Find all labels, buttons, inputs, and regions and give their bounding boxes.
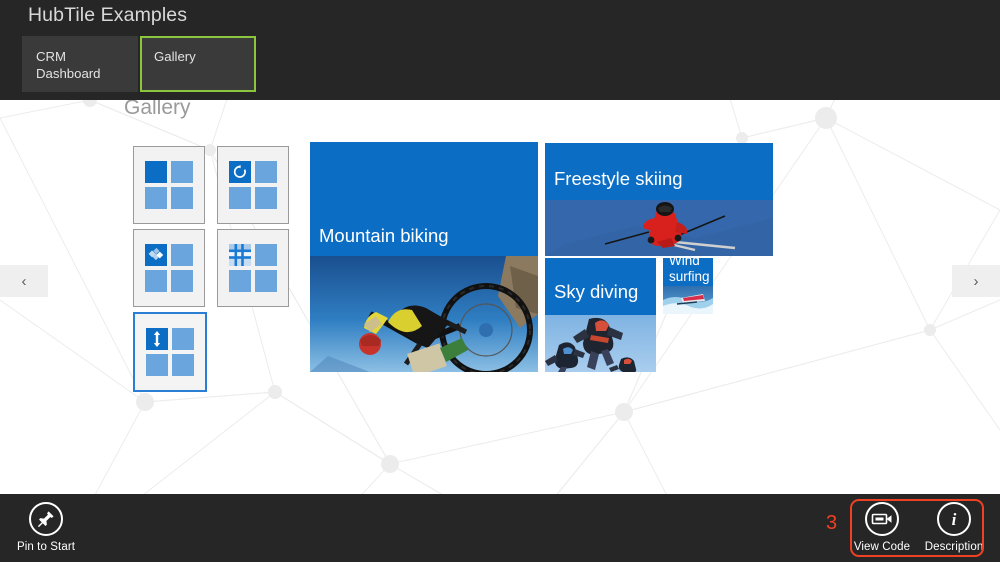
tile-sky-diving[interactable]: Sky diving: [545, 258, 656, 372]
quad-cell-active: [229, 161, 251, 183]
quad-cell: [229, 187, 251, 209]
annotation-step-number: 3: [826, 512, 838, 534]
top-header-bar: HubTile Examples CRM Dashboard Gallery: [0, 0, 1000, 100]
tile-wind-surfing[interactable]: Wind surfing: [663, 258, 713, 314]
pin-to-start-label: Pin to Start: [16, 541, 76, 553]
thumb-slide-tile[interactable]: [133, 312, 207, 392]
quad-cell: [145, 270, 167, 292]
quad-cell-active: [146, 328, 168, 350]
sky-diving-photo: [545, 315, 656, 372]
quad-cell-active: [229, 244, 251, 266]
tile-freestyle-skiing[interactable]: Freestyle skiing: [545, 143, 773, 256]
quad-cell: [255, 161, 277, 183]
tile-title: Freestyle skiing: [554, 168, 683, 189]
thumb-static-tile[interactable]: [133, 146, 205, 224]
thumb-rotate-tile[interactable]: [217, 146, 289, 224]
freestyle-skiing-photo: [545, 200, 773, 256]
mountain-biking-photo: [310, 256, 538, 372]
quad-cell: [255, 244, 277, 266]
pin-icon-circle: [29, 502, 63, 536]
quad-preview: [146, 328, 194, 376]
quad-cell-active: [145, 244, 167, 266]
quad-cell: [255, 187, 277, 209]
tile-title: Mountain biking: [319, 225, 449, 246]
quad-cell-active: [145, 161, 167, 183]
code-window-icon: [871, 513, 892, 525]
description-label: Description: [924, 541, 984, 553]
application-window: Gallery HubTile Examples CRM Dashboard G…: [0, 0, 1000, 562]
quad-preview: [145, 161, 193, 209]
view-code-icon-circle: [865, 502, 899, 536]
wind-surfing-photo: [663, 286, 713, 314]
quad-cell: [146, 354, 168, 376]
quad-preview: [145, 244, 193, 292]
tile-title: Sky diving: [554, 281, 639, 302]
next-page-arrow[interactable]: ›: [952, 265, 1000, 297]
description-icon-circle: i: [937, 502, 971, 536]
app-title: HubTile Examples: [28, 4, 188, 26]
quad-cell: [171, 244, 193, 266]
thumb-shuffle-tile[interactable]: [133, 229, 205, 307]
quad-cell: [171, 187, 193, 209]
pin-icon: [37, 511, 54, 528]
shuffle-icon: [148, 247, 164, 261]
pin-to-start-button[interactable]: Pin to Start: [0, 502, 92, 553]
slide-vertical-icon: [153, 331, 161, 347]
quad-cell: [171, 270, 193, 292]
chevron-right-icon: ›: [973, 272, 979, 290]
grid-icon: [229, 244, 251, 266]
quad-preview: [229, 244, 277, 292]
quad-cell: [172, 328, 194, 350]
previous-page-arrow[interactable]: ‹: [0, 265, 48, 297]
tile-mountain-biking[interactable]: Mountain biking: [310, 142, 538, 372]
tab-crm-dashboard[interactable]: CRM Dashboard: [22, 36, 138, 92]
info-icon: i: [952, 510, 957, 529]
quad-cell: [172, 354, 194, 376]
thumb-grid-tile[interactable]: [217, 229, 289, 307]
rotate-icon: [233, 165, 246, 178]
quad-cell: [171, 161, 193, 183]
quad-cell: [229, 270, 251, 292]
quad-preview: [229, 161, 277, 209]
quad-cell: [145, 187, 167, 209]
quad-cell: [255, 270, 277, 292]
tab-gallery[interactable]: Gallery: [140, 36, 256, 92]
description-button[interactable]: i Description: [908, 502, 1000, 553]
bottom-app-bar: Pin to Start View Code i Description: [0, 494, 1000, 562]
svg-text:i: i: [952, 510, 957, 529]
chevron-left-icon: ‹: [21, 272, 27, 290]
tile-title: Wind surfing: [669, 258, 710, 284]
